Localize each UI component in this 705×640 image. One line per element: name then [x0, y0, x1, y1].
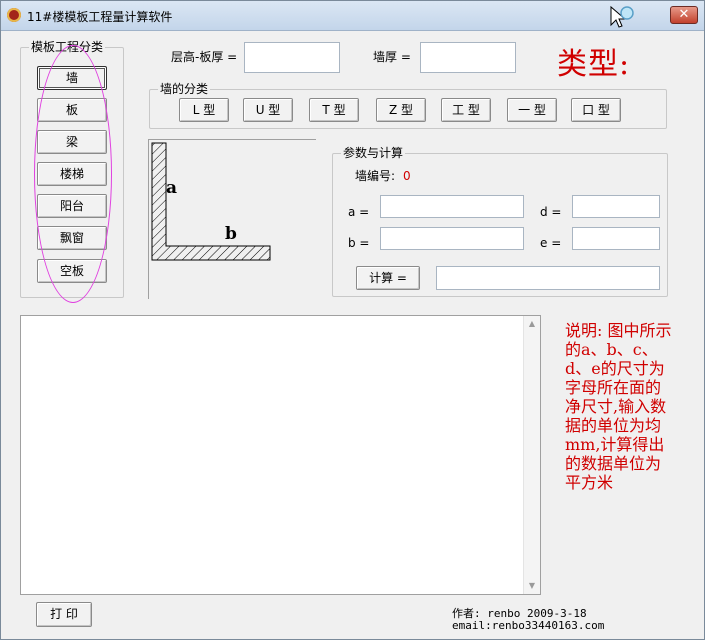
scroll-up-icon[interactable]: ▲ — [524, 316, 540, 332]
type-title: 类型: — [557, 47, 631, 82]
param-d-input[interactable] — [572, 195, 660, 218]
author-email: email:renbo33440163.com — [452, 619, 605, 632]
window-title: 11#楼模板工程量计算软件 — [27, 10, 173, 24]
textarea-scrollbar[interactable]: ▲ ▼ — [523, 316, 540, 594]
author-info: 作者: renbo 2009-3-18 email:renbo33440163.… — [452, 608, 604, 632]
diagram-label-a: a — [166, 178, 177, 198]
instructions-note: 说明: 图中所示的a、b、c、d、e的尺寸为字母所在面的净尺寸,输入数据的单位为… — [565, 321, 672, 492]
title-bar: 11#楼模板工程量计算软件 ✕ — [1, 1, 704, 31]
wall-type-t-button[interactable]: T 型 — [309, 98, 359, 122]
param-e-label: e = — [540, 236, 562, 250]
wall-number-label: 墙编号: — [355, 169, 396, 183]
param-e-input[interactable] — [572, 227, 660, 250]
param-a-label: a = — [348, 205, 370, 219]
floor-height-input[interactable] — [244, 42, 340, 73]
cursor-icon — [610, 5, 634, 28]
wall-thickness-input[interactable] — [420, 42, 516, 73]
output-textarea[interactable]: ▲ ▼ — [20, 315, 541, 595]
wall-type-l-button[interactable]: L 型 — [179, 98, 229, 122]
l-shape-diagram: a b — [151, 142, 271, 261]
app-window: 11#楼模板工程量计算软件 ✕ 模板工程分类 墙 板 梁 楼梯 阳台 飘窗 空板… — [0, 0, 705, 640]
param-b-input[interactable] — [380, 227, 524, 250]
wall-number-value: 0 — [403, 169, 411, 183]
calculate-button[interactable]: 计算 = — [356, 266, 420, 290]
close-button[interactable]: ✕ — [670, 6, 698, 24]
print-button[interactable]: 打 印 — [36, 602, 92, 627]
wall-type-box-button[interactable]: 口 型 — [571, 98, 621, 122]
highlight-oval — [34, 45, 112, 303]
wall-diagram: a b — [148, 139, 316, 299]
param-a-input[interactable] — [380, 195, 524, 218]
wall-thickness-label: 墙厚 = — [373, 50, 411, 64]
app-icon — [7, 8, 21, 22]
wall-type-i-button[interactable]: 工 型 — [441, 98, 491, 122]
params-group-label: 参数与计算 — [341, 146, 406, 160]
floor-height-label: 层高-板厚 = — [171, 50, 238, 64]
wall-type-z-button[interactable]: Z 型 — [376, 98, 426, 122]
result-field[interactable] — [436, 266, 660, 290]
wall-type-line-button[interactable]: 一 型 — [507, 98, 557, 122]
param-b-label: b = — [348, 236, 370, 250]
param-d-label: d = — [540, 205, 562, 219]
wall-type-u-button[interactable]: U 型 — [243, 98, 293, 122]
wall-type-group-label: 墙的分类 — [158, 82, 211, 96]
diagram-label-b: b — [225, 224, 237, 244]
scroll-down-icon[interactable]: ▼ — [524, 578, 540, 594]
